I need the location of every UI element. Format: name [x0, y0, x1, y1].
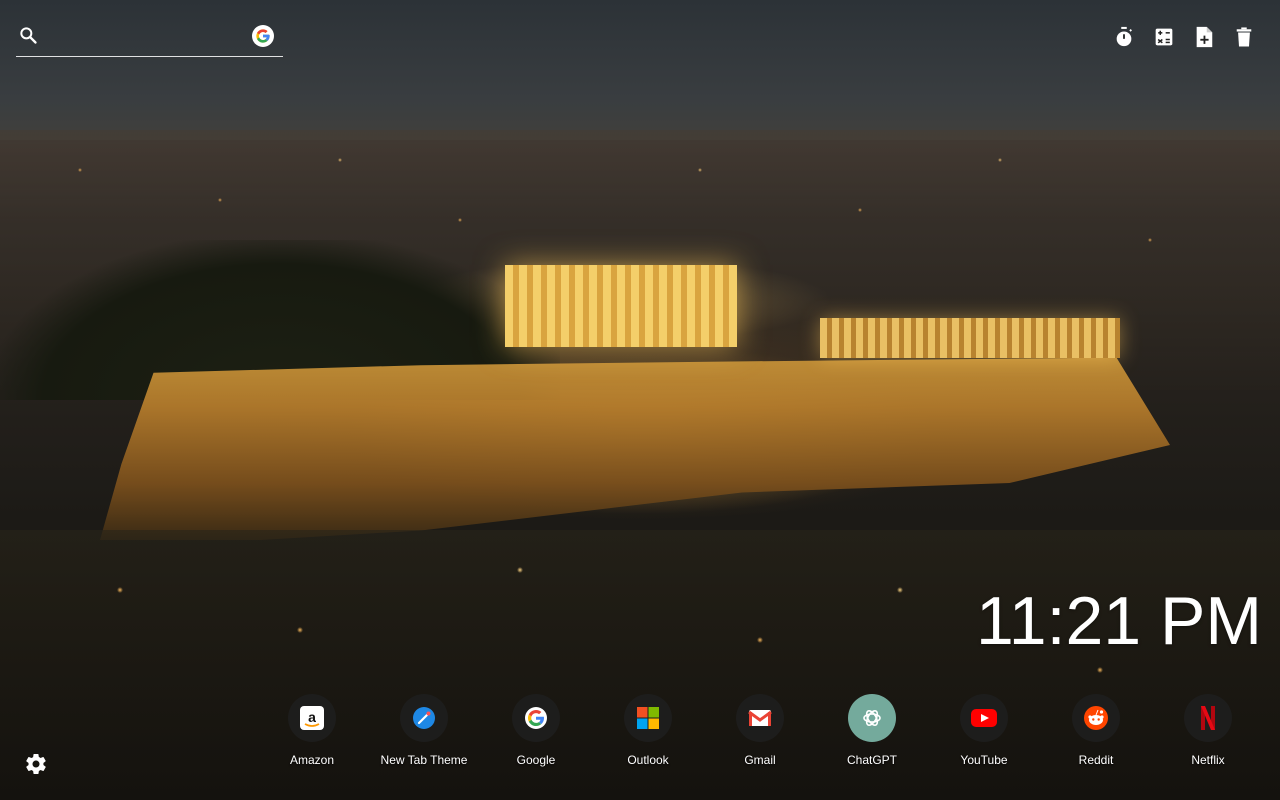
outlook-icon: [624, 694, 672, 742]
note-add-icon[interactable]: [1192, 25, 1216, 49]
search-bar[interactable]: [16, 22, 283, 57]
clock-display: 11:21 PM: [975, 583, 1262, 659]
netflix-icon: [1184, 694, 1232, 742]
search-input[interactable]: [50, 24, 244, 50]
google-g-icon[interactable]: [252, 25, 274, 47]
shortcut-label: Reddit: [1078, 753, 1114, 767]
shortcut-label: New Tab Theme: [380, 753, 468, 767]
gmail-icon: [736, 694, 784, 742]
shortcut-label: Netflix: [1191, 753, 1225, 767]
shortcut-youtube[interactable]: YouTube: [928, 694, 1040, 774]
shortcut-label: ChatGPT: [846, 753, 897, 767]
gear-icon[interactable]: [24, 752, 48, 776]
shortcut-label: Amazon: [289, 753, 335, 767]
shortcut-netflix[interactable]: Netflix: [1152, 694, 1264, 774]
wallpaper-sea: [0, 0, 1280, 140]
shortcut-chatgpt[interactable]: ChatGPT: [816, 694, 928, 774]
trash-icon[interactable]: [1232, 25, 1256, 49]
calculator-icon[interactable]: [1152, 25, 1176, 49]
amazon-icon: a: [288, 694, 336, 742]
shortcut-label: Gmail: [744, 753, 776, 767]
shortcut-label: YouTube: [960, 753, 1008, 767]
youtube-icon: [960, 694, 1008, 742]
reddit-icon: [1072, 694, 1120, 742]
google-icon: [512, 694, 560, 742]
wallpaper-propylaea: [820, 318, 1120, 358]
new-tab-theme-icon: [400, 694, 448, 742]
chatgpt-icon: [848, 694, 896, 742]
background-wallpaper: 11:21 PM a Amazon New Tab Theme Google O…: [0, 0, 1280, 800]
shortcut-label: Google: [516, 753, 556, 767]
shortcut-outlook[interactable]: Outlook: [592, 694, 704, 774]
wallpaper-acropolis-rock: [100, 357, 1170, 540]
shortcut-gmail[interactable]: Gmail: [704, 694, 816, 774]
shortcut-label: Outlook: [627, 753, 669, 767]
shortcut-dock: a Amazon New Tab Theme Google Outlook Gm…: [256, 694, 1264, 774]
svg-text:a: a: [308, 709, 316, 725]
top-toolbar: [1112, 25, 1256, 49]
shortcut-new-tab-theme[interactable]: New Tab Theme: [368, 694, 480, 774]
stopwatch-icon[interactable]: [1112, 25, 1136, 49]
shortcut-amazon[interactable]: a Amazon: [256, 694, 368, 774]
shortcut-google[interactable]: Google: [480, 694, 592, 774]
search-icon[interactable]: [18, 25, 38, 45]
wallpaper-parthenon: [505, 265, 737, 347]
shortcut-reddit[interactable]: Reddit: [1040, 694, 1152, 774]
